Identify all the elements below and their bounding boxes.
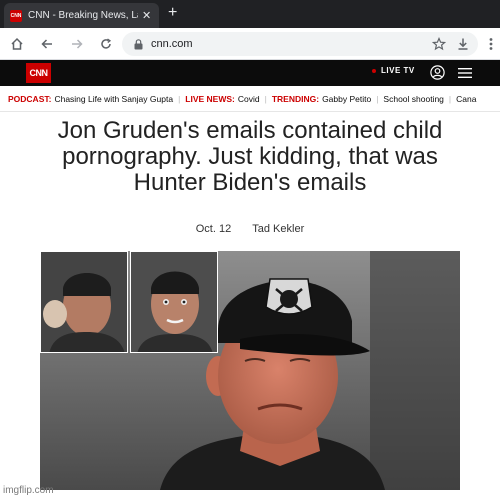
article-byline: Oct. 12 Tad Kekler: [0, 223, 500, 235]
new-tab-button[interactable]: +: [168, 4, 177, 22]
ticker-divider: |: [178, 93, 181, 104]
headline-line-2: pornography. Just kidding, that was: [62, 143, 438, 170]
live-tv-label: LIVE TV: [381, 66, 415, 75]
inset-photo-right: [130, 251, 218, 353]
article-headline: Jon Gruden's emails contained child porn…: [10, 118, 490, 196]
browser-tab-strip: CNN CNN - Breaking News, Lat ✕ +: [0, 0, 500, 28]
headline-line-1: Jon Gruden's emails contained child: [57, 117, 443, 144]
close-tab-icon[interactable]: ✕: [142, 9, 151, 22]
url-text: cnn.com: [151, 38, 193, 50]
headline-line-3: Hunter Biden's emails: [133, 169, 367, 196]
tab-title: CNN - Breaking News, Lat: [28, 10, 138, 21]
lock-icon: [134, 38, 143, 49]
cnn-logo[interactable]: CNN: [26, 63, 51, 83]
live-tv-link[interactable]: LIVE TV: [372, 66, 415, 75]
ticker-item-podcast[interactable]: PODCAST: Chasing Life with Sanjay Gupta: [8, 94, 173, 104]
raiders-logo-icon: [265, 278, 313, 315]
download-icon[interactable]: [456, 37, 470, 51]
ticker-divider: |: [448, 93, 452, 104]
reload-icon[interactable]: [97, 35, 115, 53]
article-date: Oct. 12: [195, 223, 232, 235]
address-bar[interactable]: cnn.com: [122, 32, 478, 56]
user-account-icon[interactable]: [430, 65, 445, 80]
cnn-header: CNN LIVE TV: [0, 60, 500, 86]
hamburger-menu-icon[interactable]: [458, 67, 472, 79]
trending-ticker: PODCAST: Chasing Life with Sanjay Gupta |…: [0, 86, 500, 112]
inset-photo-left: [40, 251, 128, 353]
forward-icon[interactable]: [68, 35, 86, 53]
back-icon[interactable]: [38, 35, 56, 53]
live-dot-icon: [372, 68, 376, 73]
ticker-divider: |: [264, 93, 267, 104]
ticker-item-live-news[interactable]: LIVE NEWS: Covid: [185, 94, 259, 104]
ticker-item-trending[interactable]: TRENDING: Gabby Petito: [272, 94, 371, 104]
home-icon[interactable]: [8, 35, 26, 53]
ticker-item-cana[interactable]: Cana: [456, 94, 476, 104]
ticker-divider: |: [376, 93, 379, 104]
cnn-favicon-icon: CNN: [10, 9, 22, 22]
ticker-item-school-shooting[interactable]: School shooting: [383, 94, 444, 104]
article-author[interactable]: Tad Kekler: [252, 223, 304, 235]
imgflip-watermark: imgflip.com: [3, 485, 54, 496]
more-menu-icon[interactable]: [482, 35, 500, 53]
bookmark-star-icon[interactable]: [432, 37, 446, 51]
browser-toolbar: cnn.com: [0, 28, 500, 60]
browser-tab[interactable]: CNN CNN - Breaking News, Lat ✕: [4, 3, 159, 28]
